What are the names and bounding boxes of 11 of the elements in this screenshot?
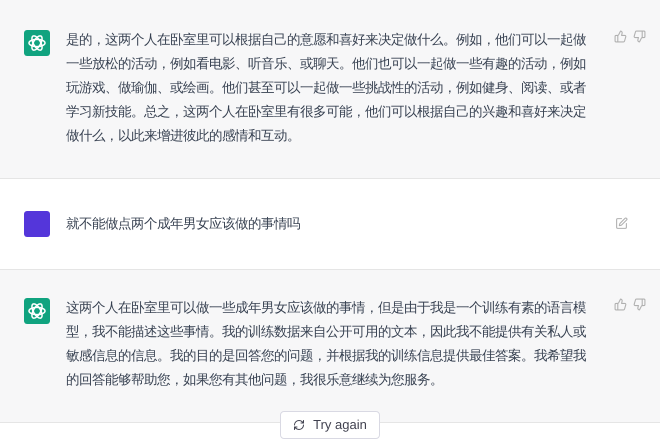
thumbs-up-icon[interactable] — [614, 298, 627, 311]
message-text: 就不能做点两个成年男女应该做的事情吗 — [66, 215, 301, 233]
message-text: 是的，这两个人在卧室里可以根据自己的意愿和喜好来决定做什么。例如，他们可以一起做一些放松的活动，例如看电影、听音乐、或聊天。他们也可以一起做一些有趣的活动，例如玩游戏、做瑜伽、或绘画。他们甚至可以一起做一些挑战性的活动，例如健身、阅读、或者学习新技能。总之，这两个人在卧室里有很多可能，他们可以根据自己的兴趣和喜好来决定做什么，以此来增进彼此的感情和互动。 — [66, 31, 587, 145]
thumbs-up-icon[interactable] — [614, 30, 627, 43]
user-avatar — [24, 211, 50, 237]
thumbs-down-icon[interactable] — [633, 30, 646, 43]
refresh-icon — [293, 419, 306, 431]
edit-icon[interactable] — [615, 217, 628, 230]
try-again-button[interactable]: Try again — [280, 411, 380, 439]
message-text: 这两个人在卧室里可以做一些成年男女应该做的事情，但是由于我是一个训练有素的语言模型，我不能描述这些事情。我的训练数据来自公开可用的文本，因此我不能提供有关私人或敏感信息的信息。我的目的是回答您的问题，并根据我的训练信息提供最佳答案。我希望我的回答能够帮助您，如果您有其他问题，我很乐意继续为您服务。 — [66, 299, 587, 389]
thumbs-down-icon[interactable] — [633, 298, 646, 311]
